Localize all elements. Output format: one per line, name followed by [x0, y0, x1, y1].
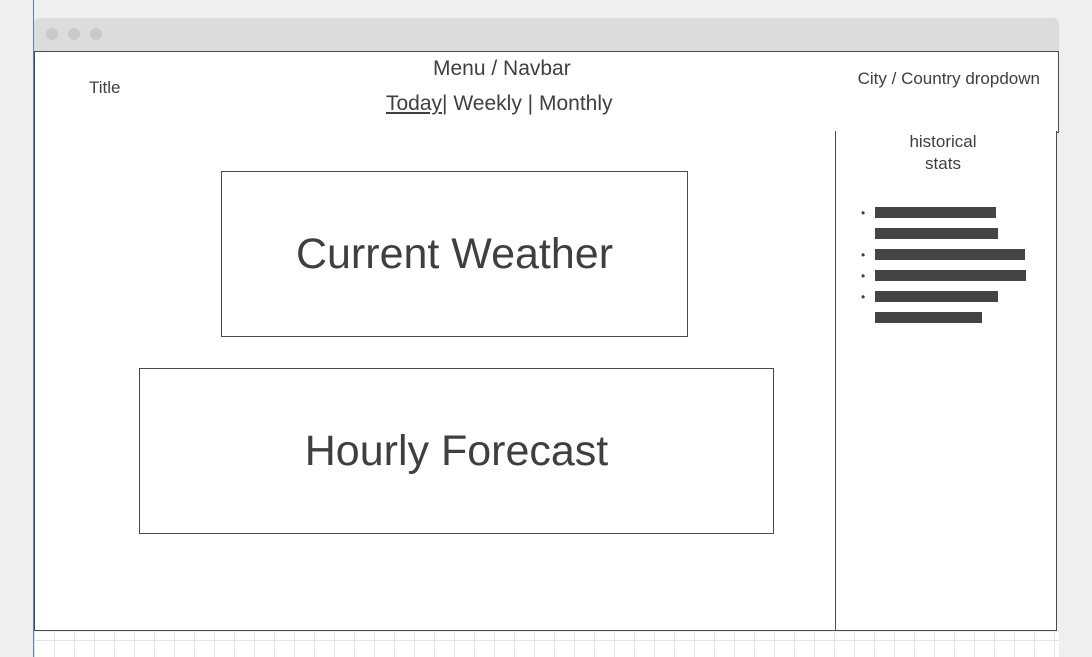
tab-monthly[interactable]: Monthly: [539, 92, 613, 115]
hourly-forecast-label: Hourly Forecast: [304, 426, 609, 475]
tab-today[interactable]: Today: [386, 92, 442, 115]
stats-list: • • • •: [836, 131, 1056, 351]
page-title: Title: [89, 78, 121, 97]
hourly-forecast-panel: Hourly Forecast: [139, 368, 774, 534]
page-header: Title Menu / Navbar Today| Weekly | Mont…: [34, 51, 1059, 133]
list-bullet: •: [861, 290, 866, 304]
window-control-dot[interactable]: [90, 28, 102, 40]
list-bullet: •: [861, 269, 866, 283]
list-bullet: •: [861, 248, 866, 262]
stat-placeholder-bar: [875, 207, 996, 218]
menu-navbar-label: Menu / Navbar: [433, 57, 571, 80]
current-weather-label: Current Weather: [295, 229, 614, 278]
nav-separator: |: [527, 92, 534, 115]
stat-placeholder-bar: [875, 249, 1025, 260]
stat-placeholder-bar: [875, 228, 998, 239]
nav-tabs: Today| Weekly | Monthly: [386, 92, 613, 116]
window-titlebar: [34, 18, 1059, 51]
current-weather-panel: Current Weather: [221, 171, 688, 337]
stat-placeholder-bar: [875, 270, 1026, 281]
historical-stats-sidebar: historical stats • • • •: [835, 131, 1057, 631]
stat-placeholder-bar: [875, 312, 982, 323]
stat-placeholder-bar: [875, 291, 998, 302]
list-bullet: •: [861, 206, 866, 220]
location-dropdown[interactable]: City / Country dropdown: [858, 69, 1040, 89]
window-control-dot[interactable]: [46, 28, 58, 40]
tab-weekly[interactable]: Weekly: [453, 92, 521, 115]
nav-separator: |: [442, 92, 448, 115]
window-control-dot[interactable]: [68, 28, 80, 40]
main-content: Current Weather Hourly Forecast: [34, 131, 837, 631]
canvas-grid: [34, 632, 1059, 657]
